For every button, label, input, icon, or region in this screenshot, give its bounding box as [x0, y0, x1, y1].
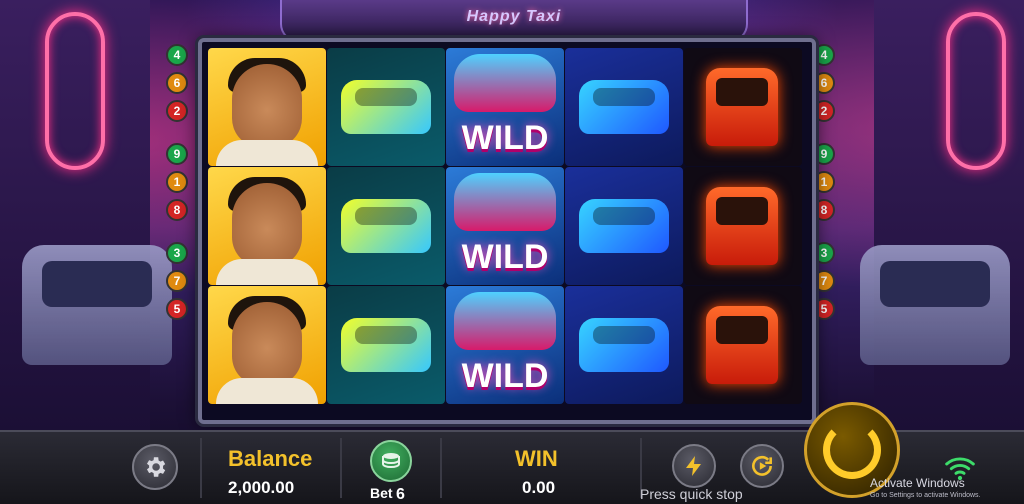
- payline-marker: 6: [166, 72, 188, 94]
- wild-label: WILD: [461, 238, 549, 276]
- payline-marker: 8: [813, 199, 835, 221]
- game-title: Happy Taxi: [466, 8, 562, 25]
- payline-marker: 7: [166, 270, 188, 292]
- reel-frame: WILD WILD WILD: [198, 38, 816, 424]
- reel-grid: WILD WILD WILD: [208, 48, 802, 404]
- left-tuktuk-decoration: [22, 245, 172, 365]
- symbol-man: [208, 167, 326, 285]
- left-neon-sign: [45, 12, 105, 170]
- turbo-button[interactable]: [672, 444, 716, 488]
- payline-marker: 3: [166, 242, 188, 264]
- payline-marker: 4: [813, 44, 835, 66]
- balance-label: Balance: [228, 446, 313, 471]
- right-neon-sign: [946, 12, 1006, 170]
- symbol-red-tuktuk: [684, 286, 802, 404]
- symbol-blue-taxi: [565, 48, 683, 166]
- balance-value: 2,000.00: [228, 478, 295, 497]
- symbol-man: [208, 48, 326, 166]
- bet-value: 6: [396, 486, 405, 503]
- win-value: 0.00: [522, 478, 556, 497]
- bet-label: Bet: [370, 485, 393, 501]
- left-payline-markers: 4 6 2 9 1 8 3 7 5: [166, 44, 188, 320]
- symbol-wild: WILD: [446, 167, 564, 285]
- symbol-red-tuktuk: [684, 167, 802, 285]
- autoplay-button[interactable]: [740, 444, 784, 488]
- win-label: WIN: [515, 446, 558, 471]
- wild-label: WILD: [461, 357, 549, 395]
- payline-marker: 1: [813, 171, 835, 193]
- payline-marker: 9: [166, 143, 188, 165]
- payline-marker: 2: [813, 100, 835, 122]
- payline-marker: 4: [166, 44, 188, 66]
- payline-marker: 6: [813, 72, 835, 94]
- bet-button[interactable]: [370, 440, 412, 482]
- right-payline-markers: 4 6 2 9 1 8 3 7 5: [813, 44, 835, 320]
- symbol-yellow-taxi: [327, 48, 445, 166]
- symbol-blue-taxi: [565, 286, 683, 404]
- payline-marker: 5: [166, 298, 188, 320]
- payline-marker: 8: [166, 199, 188, 221]
- payline-marker: 5: [813, 298, 835, 320]
- symbol-wild: WILD: [446, 48, 564, 166]
- coin-stack-icon: [382, 453, 400, 469]
- symbol-red-tuktuk: [684, 48, 802, 166]
- settings-button[interactable]: [132, 444, 178, 490]
- symbol-yellow-taxi: [327, 167, 445, 285]
- autoplay-icon: [752, 455, 772, 476]
- payline-marker: 9: [813, 143, 835, 165]
- symbol-blue-taxi: [565, 167, 683, 285]
- gear-icon: [146, 457, 166, 477]
- symbol-man: [208, 286, 326, 404]
- wild-label: WILD: [461, 119, 549, 157]
- symbol-wild: WILD: [446, 286, 564, 404]
- payline-marker: 2: [166, 100, 188, 122]
- title-plate: Happy Taxi: [280, 0, 748, 42]
- symbol-yellow-taxi: [327, 286, 445, 404]
- payline-marker: 7: [813, 270, 835, 292]
- activate-windows-subtitle: Go to Settings to activate Windows.: [870, 492, 981, 499]
- lightning-icon: [686, 456, 701, 476]
- spin-icon: [823, 421, 881, 479]
- payline-marker: 3: [813, 242, 835, 264]
- right-tuktuk-decoration: [860, 245, 1010, 365]
- payline-marker: 1: [166, 171, 188, 193]
- quick-stop-hint: Press quick stop: [640, 486, 743, 502]
- wifi-icon: [945, 457, 975, 481]
